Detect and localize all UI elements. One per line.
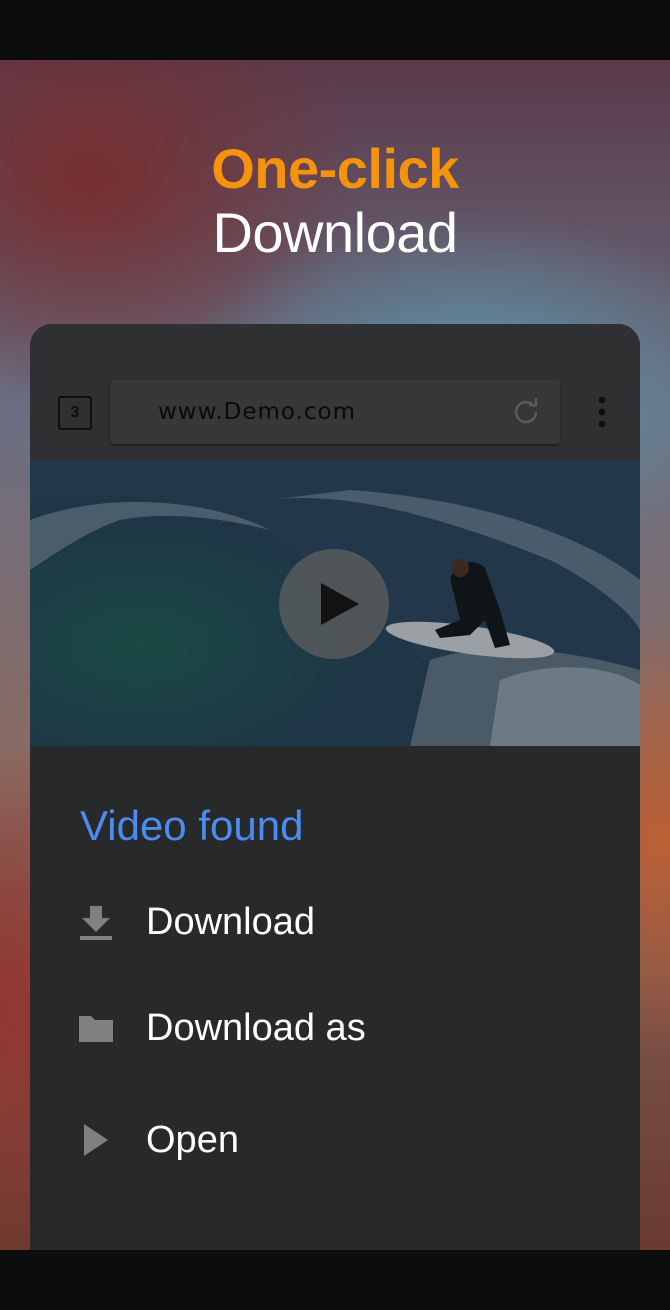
- download-label: Download: [146, 901, 315, 943]
- download-as-label: Download as: [146, 1007, 366, 1049]
- folder-icon: [79, 1016, 113, 1042]
- tab-switcher-button[interactable]: 3: [58, 396, 92, 430]
- status-bar: [0, 0, 670, 60]
- download-as-button[interactable]: Download as: [30, 988, 640, 1068]
- headline-accent: One-click: [211, 137, 459, 200]
- phone-mockup: 3 www.Demo.com Video found Download Down…: [30, 324, 640, 1250]
- browser-toolbar: 3 www.Demo.com: [30, 324, 640, 460]
- more-vert-icon[interactable]: [588, 394, 616, 430]
- open-button[interactable]: Open: [30, 1100, 640, 1180]
- headline-main: Download: [212, 201, 458, 264]
- download-button[interactable]: Download: [30, 882, 640, 962]
- play-button[interactable]: [279, 549, 389, 659]
- play-icon: [321, 583, 359, 625]
- navigation-bar: [0, 1250, 670, 1310]
- open-label: Open: [146, 1119, 239, 1161]
- video-player[interactable]: [30, 460, 640, 746]
- video-found-sheet: Video found Download Download as Open: [30, 746, 640, 1250]
- reload-icon[interactable]: [512, 398, 540, 426]
- url-text: www.Demo.com: [158, 399, 356, 425]
- address-bar[interactable]: www.Demo.com: [110, 380, 560, 444]
- promo-background: One-click Download 3 www.Demo.com Video …: [0, 60, 670, 1250]
- download-icon: [80, 906, 112, 940]
- headline: One-click Download: [0, 138, 670, 266]
- play-arrow-icon: [84, 1124, 108, 1156]
- sheet-title: Video found: [80, 802, 304, 849]
